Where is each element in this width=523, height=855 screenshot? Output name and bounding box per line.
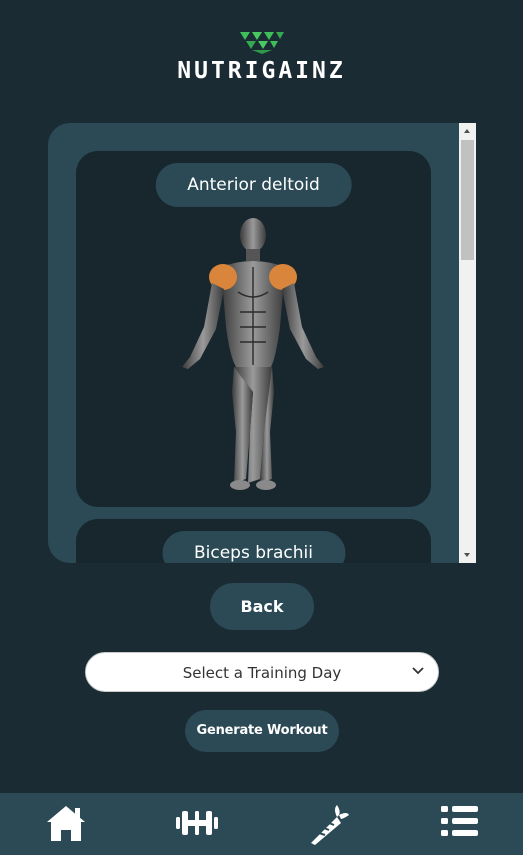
home-icon — [47, 806, 85, 841]
muscle-label: Biceps brachii — [161, 531, 346, 563]
muscle-card: Biceps brachii — [76, 519, 431, 563]
generate-workout-button[interactable]: Generate Workout — [185, 710, 339, 752]
muscle-label: Anterior deltoid — [155, 163, 352, 207]
training-day-select-value: Select a Training Day — [182, 664, 342, 682]
back-button[interactable]: Back — [210, 583, 314, 630]
anatomy-figure-icon — [182, 218, 324, 490]
training-day-select[interactable]: Select a Training Day — [85, 652, 439, 692]
carrot-icon — [311, 805, 349, 845]
app-logo: NUTRIGAINZ — [0, 28, 523, 84]
scroll-up-icon[interactable] — [464, 129, 470, 133]
nav-nutrition[interactable] — [307, 803, 351, 847]
nav-list[interactable] — [440, 803, 484, 847]
chevron-down-icon — [412, 667, 424, 675]
muscle-card: Anterior deltoid — [76, 151, 431, 507]
nav-workouts[interactable] — [175, 803, 219, 847]
brand-name: NUTRIGAINZ — [177, 58, 346, 84]
logo-mark-icon — [239, 32, 284, 54]
scrollbar[interactable] — [459, 123, 476, 563]
scrollbar-thumb[interactable] — [461, 140, 474, 260]
nav-home[interactable] — [44, 803, 88, 847]
scroll-down-icon[interactable] — [464, 553, 470, 557]
dumbbell-icon — [176, 811, 218, 835]
bottom-nav — [0, 793, 523, 855]
muscle-list-panel[interactable]: Anterior deltoid Biceps brachii — [48, 123, 459, 563]
list-icon — [441, 806, 478, 836]
